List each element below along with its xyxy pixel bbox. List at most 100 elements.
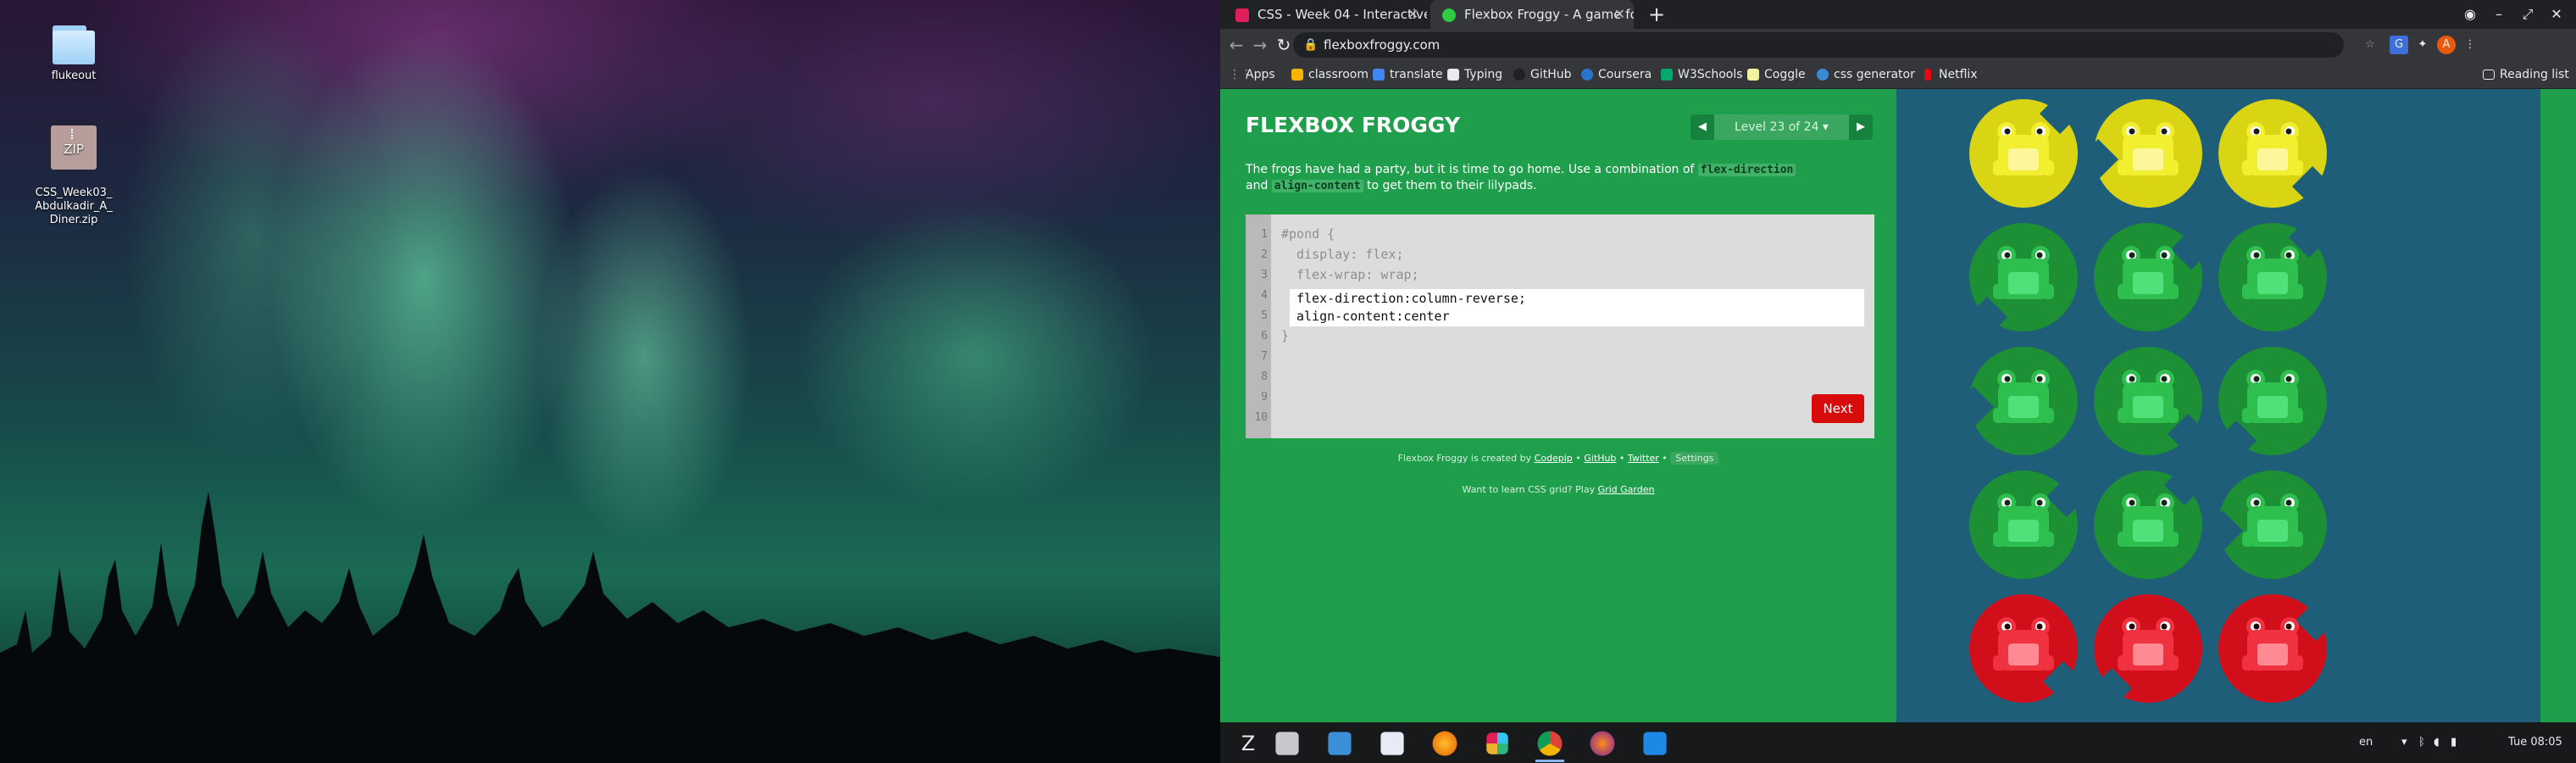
typing-icon — [1447, 69, 1459, 81]
lilypad-green — [1964, 465, 2088, 584]
desktop-folder-flukeout[interactable]: flukeout — [27, 24, 120, 83]
vscode-icon[interactable] — [1643, 732, 1667, 755]
reading-list-button[interactable]: Reading list — [2483, 61, 2569, 88]
css-generator-icon — [1817, 69, 1829, 81]
firefox-icon[interactable] — [1432, 731, 1457, 756]
frog-green-icon — [2242, 246, 2303, 299]
bookmark-classroom[interactable]: classroom — [1291, 61, 1368, 88]
bookmark-typing[interactable]: Typing — [1447, 61, 1502, 88]
next-level-arrow[interactable]: ▶ — [1849, 114, 1873, 140]
menu-kebab-icon[interactable]: ⋮ — [2461, 36, 2479, 54]
pond — [1896, 89, 2540, 722]
bookmark-coggle[interactable]: Coggle — [1747, 61, 1806, 88]
keyboard-language[interactable]: en — [2359, 722, 2373, 763]
close-icon[interactable]: ✕ — [1614, 0, 1625, 29]
game-sidebar: FLEXBOX FROGGY ◀ Level 23 of 24 ▾ ▶ The … — [1220, 89, 1896, 722]
star-icon[interactable]: ☆ — [2361, 36, 2379, 54]
classroom-icon — [1291, 69, 1303, 81]
media-icon[interactable]: ◉ — [2456, 0, 2484, 29]
tab-flexbox-froggy[interactable]: Flexbox Froggy - A game fo ✕ — [1430, 0, 1634, 29]
profile-avatar[interactable]: A — [2437, 36, 2456, 54]
extensions-icon[interactable]: ✦ — [2413, 36, 2432, 54]
bookmark-apps[interactable]: ⋮⋮ Apps — [1229, 61, 1275, 88]
new-tab-button[interactable]: + — [1644, 0, 1669, 29]
close-icon[interactable]: ✕ — [1407, 0, 1418, 29]
frog-green-icon — [1993, 370, 2054, 423]
line-number: 8 — [1261, 370, 1268, 383]
previous-level-button[interactable]: ◀ — [1690, 114, 1714, 140]
bookmark-css-generator[interactable]: css generator — [1817, 61, 1915, 88]
code-line: #pond { — [1281, 226, 1335, 242]
frog-yellow-icon — [1993, 122, 2054, 175]
volume-icon[interactable]: ◖ — [2434, 722, 2440, 763]
toolbar: ← → ↻ 🔒 flexboxfroggy.com ☆ G ✦ A ⋮ — [1220, 29, 2576, 61]
line-number-gutter: 1 2 3 4 5 6 7 8 9 10 — [1246, 214, 1271, 438]
desktop-file-zip[interactable]: ZIP CSS_Week03_ Abdulkadir_A_ Diner.zip — [27, 112, 120, 241]
bluetooth-icon[interactable]: ᛒ — [2418, 722, 2425, 763]
lilypad-green — [2089, 342, 2209, 460]
close-window-icon[interactable]: ✕ — [2542, 0, 2571, 29]
address-bar[interactable]: 🔒 flexboxfroggy.com — [1293, 32, 2344, 58]
codepip-link[interactable]: Codepip — [1535, 453, 1573, 464]
frog-favicon-icon — [1442, 8, 1456, 22]
github-icon — [1513, 69, 1525, 81]
chrome-window: CSS - Week 04 - Interactive ✕ Flexbox Fr… — [1220, 0, 2576, 722]
restore-icon[interactable]: ⤢ — [2513, 0, 2542, 29]
battery-icon[interactable]: ▮ — [2451, 722, 2457, 763]
bookmark-github[interactable]: GitHub — [1513, 61, 1572, 88]
flex-direction-hint[interactable]: flex-direction — [1697, 164, 1796, 176]
code-line: } — [1281, 328, 1290, 343]
bookmark-netflix[interactable]: Netflix — [1922, 61, 1978, 88]
tab-css-week04[interactable]: CSS - Week 04 - Interactive ✕ — [1224, 0, 1427, 29]
canvas-favicon-icon — [1235, 8, 1249, 22]
lilypad-green — [1952, 342, 2083, 460]
lilypad-yellow — [2077, 94, 2207, 213]
files-icon[interactable] — [1275, 732, 1299, 755]
tab-title: Flexbox Froggy - A game fo — [1464, 7, 1634, 22]
frog-green-icon — [2118, 493, 2179, 547]
slack-icon[interactable] — [1486, 732, 1508, 755]
frog-red-icon — [2242, 617, 2303, 671]
settings-button[interactable]: Settings — [1670, 452, 1719, 465]
desktop-icon-label: flukeout — [51, 70, 97, 82]
screenshot-icon[interactable] — [1328, 732, 1352, 755]
coggle-icon — [1747, 69, 1759, 81]
twitter-link[interactable]: Twitter — [1628, 453, 1659, 464]
lilypad-green — [1964, 218, 2083, 338]
grid-garden-link[interactable]: Grid Garden — [1598, 484, 1655, 495]
firefox-dev-icon[interactable] — [1590, 731, 1615, 756]
zip-file-icon: ZIP — [51, 125, 97, 170]
line-number: 1 — [1261, 228, 1268, 241]
line-number: 2 — [1261, 248, 1268, 261]
chrome-icon[interactable] — [1537, 731, 1563, 756]
minimize-icon[interactable]: – — [2484, 0, 2513, 29]
bookmark-translate[interactable]: translate — [1373, 61, 1443, 88]
text-editor-icon[interactable] — [1380, 732, 1404, 755]
next-button[interactable]: Next — [1812, 394, 1864, 423]
game-logo: FLEXBOX FROGGY — [1246, 113, 1460, 137]
line-number: 5 — [1261, 309, 1268, 322]
zorin-menu-icon[interactable]: Z — [1234, 729, 1263, 758]
bookmark-coursera[interactable]: Coursera — [1581, 61, 1652, 88]
lilypad-green — [2201, 465, 2332, 584]
align-content-hint[interactable]: align-content — [1271, 180, 1363, 192]
forward-icon[interactable]: → — [1247, 32, 1273, 58]
code-line: display: flex; — [1281, 247, 1404, 262]
wifi-icon[interactable]: ▾ — [2401, 722, 2407, 763]
frog-yellow-icon — [2242, 122, 2303, 175]
clock[interactable]: Tue 08:05 — [2508, 722, 2562, 763]
back-icon[interactable]: ← — [1224, 32, 1249, 58]
lilypad-yellow — [1964, 92, 2083, 213]
level-dropdown[interactable]: Level 23 of 24 ▾ — [1714, 114, 1849, 140]
translate-icon — [1373, 69, 1385, 81]
github-link[interactable]: GitHub — [1584, 453, 1616, 464]
bookmark-w3schools[interactable]: W3Schools — [1661, 61, 1743, 88]
coursera-icon — [1581, 69, 1593, 81]
tab-strip: CSS - Week 04 - Interactive ✕ Flexbox Fr… — [1220, 0, 2576, 31]
page-edge — [2540, 89, 2576, 722]
lilypad-red — [2089, 589, 2207, 710]
typed-line: flex-direction:column-reverse; — [1296, 291, 1526, 306]
desktop-icon-label: CSS_Week03_ Abdulkadir_A_ Diner.zip — [35, 187, 113, 226]
desktop-wallpaper: flukeout ZIP CSS_Week03_ Abdulkadir_A_ D… — [0, 0, 1220, 763]
translate-extension-icon[interactable]: G — [2390, 36, 2408, 54]
